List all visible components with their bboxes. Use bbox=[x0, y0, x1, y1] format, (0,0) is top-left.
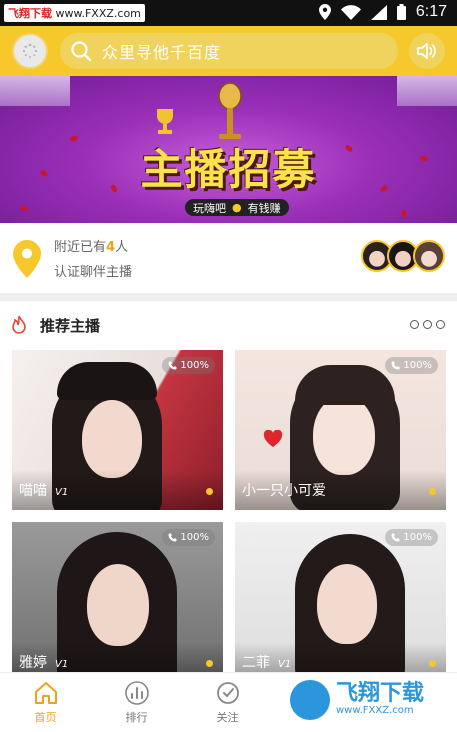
search-placeholder: 众里寻他千百度 bbox=[102, 43, 222, 62]
level-badge: V1 bbox=[278, 659, 292, 670]
ranking-icon bbox=[124, 681, 149, 705]
watermark-url: www.FXXZ.com bbox=[55, 7, 141, 20]
connect-rate-badge: 100% bbox=[162, 529, 215, 546]
phone-icon bbox=[391, 533, 401, 542]
user-avatar-button[interactable] bbox=[12, 33, 48, 69]
watermark-brand: 飞翔下载 bbox=[8, 7, 52, 20]
anchor-name: 二菲 V1 bbox=[242, 655, 292, 671]
banner-tag-left: 玩嗨吧 bbox=[193, 201, 226, 215]
home-icon bbox=[34, 682, 57, 704]
anchor-name: 喵喵 V1 bbox=[19, 483, 69, 499]
wifi-icon bbox=[340, 4, 361, 20]
search-icon bbox=[71, 41, 92, 62]
more-options-button[interactable] bbox=[410, 320, 445, 329]
anchor-name: 雅婷 V1 bbox=[19, 655, 69, 671]
phone-icon bbox=[391, 361, 401, 370]
anchor-card[interactable]: 100% 小一只小可爱 bbox=[235, 350, 446, 510]
site-watermark-url: www.FXXZ.com bbox=[336, 705, 414, 716]
section-divider bbox=[0, 293, 457, 301]
flame-icon bbox=[12, 315, 26, 334]
nearby-count-text: 附近已有4人 bbox=[54, 240, 129, 255]
anchor-name: 小一只小可爱 bbox=[242, 483, 326, 499]
recommended-header: 推荐主播 bbox=[0, 301, 457, 347]
section-title: 推荐主播 bbox=[40, 317, 101, 335]
nav-home[interactable]: 首页 bbox=[0, 673, 91, 732]
recruit-banner[interactable]: 主播招募 玩嗨吧 ● 有钱赚 bbox=[0, 76, 457, 223]
stage-light bbox=[0, 76, 70, 106]
speaker-icon bbox=[417, 43, 436, 59]
clock: 6:17 bbox=[415, 3, 447, 20]
location-pin-icon bbox=[13, 240, 41, 278]
stage-light bbox=[397, 76, 457, 106]
sound-button[interactable] bbox=[409, 33, 445, 69]
online-status-dot bbox=[429, 488, 436, 495]
anchor-card[interactable]: 100% 二菲 V1 bbox=[235, 522, 446, 682]
level-badge: V1 bbox=[55, 487, 69, 498]
online-status-dot bbox=[206, 488, 213, 495]
nearby-anchors[interactable]: 附近已有4人 认证聊伴主播 bbox=[0, 223, 457, 293]
level-badge: V1 bbox=[55, 659, 69, 670]
phone-icon bbox=[168, 533, 178, 542]
heart-icon bbox=[263, 430, 283, 447]
site-watermark: 飞翔下载 www.FXXZ.com bbox=[290, 672, 457, 727]
status-bar: 飞翔下载 www.FXXZ.com 6:17 bbox=[0, 0, 457, 26]
site-watermark-brand: 飞翔下载 bbox=[336, 681, 425, 706]
nav-ranking[interactable]: 排行 bbox=[91, 673, 182, 732]
nearby-avatar-group bbox=[361, 240, 445, 272]
connect-rate-badge: 100% bbox=[162, 357, 215, 374]
site-logo bbox=[290, 679, 330, 720]
anchor-card[interactable]: 100% 雅婷 V1 bbox=[12, 522, 223, 682]
trophy-icon bbox=[157, 109, 173, 134]
top-header: 众里寻他千百度 bbox=[0, 26, 457, 76]
nav-follow[interactable]: 关注 bbox=[182, 673, 273, 732]
follow-icon bbox=[216, 682, 239, 704]
microphone-icon bbox=[218, 82, 242, 139]
banner-tag-right: 有钱赚 bbox=[247, 201, 281, 215]
search-bar[interactable]: 众里寻他千百度 bbox=[60, 33, 398, 69]
loading-icon bbox=[22, 43, 38, 58]
connect-rate-badge: 100% bbox=[385, 357, 438, 374]
location-icon bbox=[318, 4, 331, 20]
signal-icon bbox=[370, 4, 387, 20]
battery-icon bbox=[396, 4, 406, 20]
phone-icon bbox=[168, 361, 178, 370]
online-status-dot bbox=[429, 660, 436, 667]
watermark: 飞翔下载 www.FXXZ.com bbox=[4, 4, 145, 22]
avatar bbox=[413, 240, 445, 272]
banner-tagline: 玩嗨吧 ● 有钱赚 bbox=[185, 199, 289, 216]
nearby-subtitle: 认证聊伴主播 bbox=[54, 265, 133, 280]
connect-rate-badge: 100% bbox=[385, 529, 438, 546]
banner-title: 主播招募 bbox=[140, 145, 317, 194]
anchor-card[interactable]: 100% 喵喵 V1 bbox=[12, 350, 223, 510]
online-status-dot bbox=[206, 660, 213, 667]
